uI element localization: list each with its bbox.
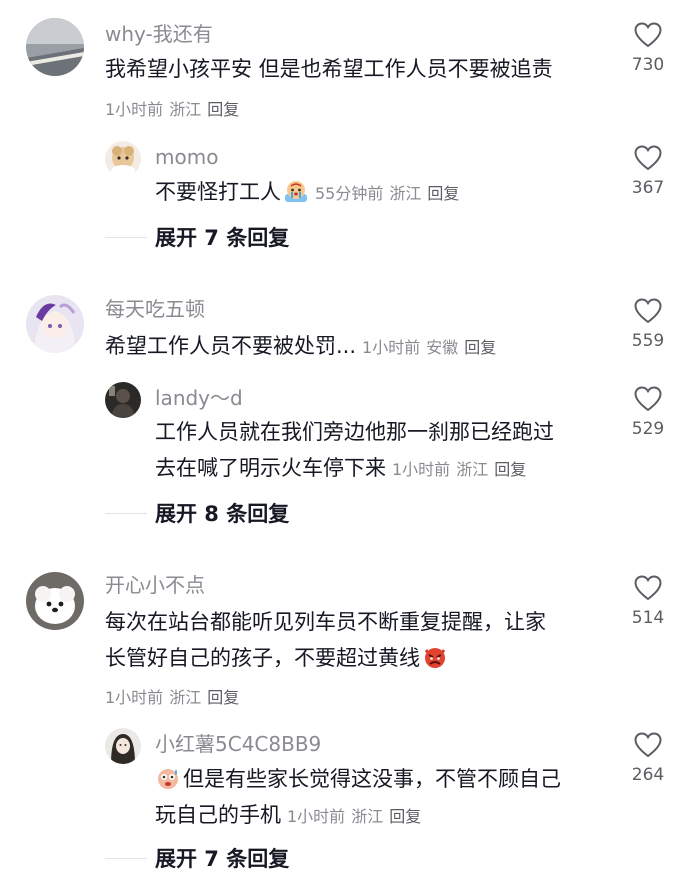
divider: [105, 857, 147, 859]
comment-body: 希望工作人员不要被处罚... 1小时前 安徽 回复: [105, 328, 502, 364]
comment-body: 长管好自己的孩子，不要超过黄线: [105, 640, 450, 676]
expand-replies-button[interactable]: 展开 7 条回复: [105, 843, 289, 873]
comment-text: 我希望小孩平安 但是也希望工作人员不要被追责: [105, 57, 553, 81]
crying-face-emoji: [285, 181, 307, 202]
reply-text-line1: 但是有些家长觉得这没事，不管不顾自己: [183, 767, 561, 791]
reply-time: 1小时前: [287, 807, 346, 826]
comment-username[interactable]: 每天吃五顿: [105, 297, 205, 321]
like-button[interactable]: 514: [618, 575, 678, 629]
comment-meta: 1小时前 浙江 回复: [105, 96, 245, 120]
reply-button[interactable]: 回复: [207, 100, 239, 119]
heart-icon: [634, 575, 662, 601]
reply-body-line2: 玩自己的手机 1小时前 浙江 回复: [155, 797, 427, 833]
expand-replies-label: 展开 7 条回复: [155, 847, 290, 871]
comment-username[interactable]: why-我还有: [105, 22, 213, 46]
comment-username[interactable]: 开心小不点: [105, 573, 205, 597]
reply-text: 不要怪打工人: [155, 180, 281, 204]
like-button[interactable]: 559: [618, 298, 678, 352]
like-button[interactable]: 264: [618, 732, 678, 786]
reply-button[interactable]: 回复: [464, 338, 496, 357]
reply-location: 浙江: [351, 807, 384, 826]
comment-location: 浙江: [169, 100, 202, 119]
reply-username[interactable]: momo: [155, 145, 218, 169]
avatar[interactable]: [105, 141, 141, 177]
like-count: 730: [631, 55, 665, 75]
reply-location: 浙江: [389, 184, 422, 203]
avatar[interactable]: [26, 295, 84, 353]
divider: [105, 236, 147, 238]
reply-button[interactable]: 回复: [494, 460, 526, 479]
reply-body: 不要怪打工人 55分钟前 浙江 回复: [155, 174, 465, 210]
comment-meta: 1小时前 浙江 回复: [105, 684, 245, 708]
reply-text-line2: 玩自己的手机: [155, 803, 281, 827]
like-count: 367: [631, 178, 665, 198]
reply-button[interactable]: 回复: [389, 807, 421, 826]
reply-text-line2: 去在喊了明示火车停下来: [155, 456, 386, 480]
comment-time: 1小时前: [105, 100, 164, 119]
heart-icon: [634, 386, 662, 412]
like-button[interactable]: 367: [618, 145, 678, 199]
avatar[interactable]: [26, 572, 84, 630]
heart-icon: [634, 732, 662, 758]
comment-text: 希望工作人员不要被处罚...: [105, 334, 357, 358]
reply-body-line1: 但是有些家长觉得这没事，不管不顾自己: [155, 761, 561, 797]
like-count: 514: [631, 608, 665, 628]
reply-time: 1小时前: [392, 460, 451, 479]
divider: [105, 512, 147, 514]
like-count: 559: [631, 331, 665, 351]
sweating-face-emoji: [158, 769, 178, 789]
expand-replies-button[interactable]: 展开 7 条回复: [105, 222, 289, 252]
reply-time: 55分钟前: [315, 184, 384, 203]
expand-replies-button[interactable]: 展开 8 条回复: [105, 498, 289, 528]
comment-time: 1小时前: [362, 338, 421, 357]
comment-time: 1小时前: [105, 688, 164, 707]
reply-button[interactable]: 回复: [207, 688, 239, 707]
heart-icon: [634, 298, 662, 324]
reply-text-line1: 工作人员就在我们旁边他那一刹那已经跑过: [155, 420, 554, 444]
comment-location: 浙江: [169, 688, 202, 707]
avatar[interactable]: [105, 382, 141, 418]
reply-button[interactable]: 回复: [427, 184, 459, 203]
expand-replies-label: 展开 8 条回复: [155, 502, 290, 526]
expand-replies-label: 展开 7 条回复: [155, 226, 290, 250]
comment-text-line1: 每次在站台都能听见列车员不断重复提醒，让家: [105, 610, 546, 634]
avatar[interactable]: [26, 18, 84, 76]
reply-username[interactable]: 小红薯5C4C8BB9: [155, 732, 321, 756]
angry-devil-emoji: [424, 648, 446, 668]
heart-icon: [634, 22, 662, 48]
like-button[interactable]: 730: [618, 22, 678, 76]
avatar[interactable]: [105, 728, 141, 764]
reply-location: 浙江: [456, 460, 489, 479]
comment-text-line2: 长管好自己的孩子，不要超过黄线: [105, 646, 420, 670]
reply-body: 去在喊了明示火车停下来 1小时前 浙江 回复: [155, 450, 532, 486]
like-count: 529: [631, 419, 665, 439]
comment-location: 安徽: [426, 338, 459, 357]
heart-icon: [634, 145, 662, 171]
reply-username[interactable]: landy～d: [155, 386, 243, 410]
like-button[interactable]: 529: [618, 386, 678, 440]
like-count: 264: [631, 765, 665, 785]
